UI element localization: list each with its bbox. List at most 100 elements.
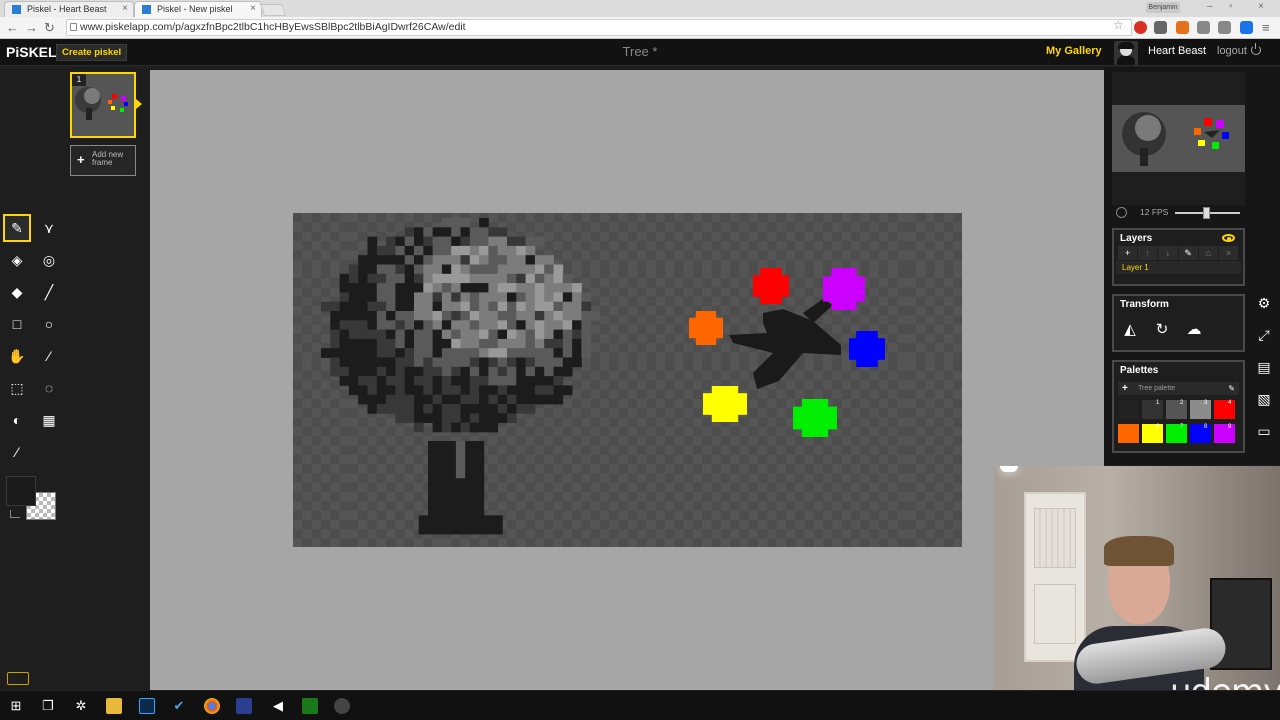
extension-icon[interactable] <box>1240 21 1253 34</box>
export-icon[interactable]: ▧ <box>1255 390 1273 408</box>
frame-number: 1 <box>72 74 86 86</box>
app-icon[interactable]: ✲ <box>73 698 89 714</box>
tab-close-icon[interactable]: × <box>250 3 256 14</box>
new-tab-button[interactable] <box>259 4 287 16</box>
swatch-shortcut-number: 2 <box>1180 400 1184 406</box>
paint-same-pixels-tool[interactable]: ◎ <box>35 246 63 274</box>
swatch-shortcut-number: 3 <box>1204 400 1208 406</box>
edit-layer-button[interactable]: ✎ <box>1178 246 1199 260</box>
fps-label: 12 FPS <box>1140 207 1169 217</box>
app-icon[interactable] <box>236 698 252 714</box>
window-close-icon[interactable]: × <box>1258 1 1264 12</box>
forward-icon[interactable]: → <box>25 20 38 35</box>
pen-tool[interactable]: ✎ <box>3 214 31 242</box>
udemy-watermark: udemy <box>1170 672 1280 690</box>
minimize-icon[interactable]: – <box>1207 1 1213 12</box>
dithering-tool[interactable]: ▦ <box>35 406 63 434</box>
user-avatar[interactable] <box>1114 41 1138 65</box>
palette-swatch[interactable]: 8 <box>1190 424 1211 443</box>
import-folder-icon[interactable]: ▭ <box>1255 422 1273 440</box>
rectangle-tool[interactable]: □ <box>3 310 31 338</box>
create-piskel-button[interactable]: Create piskel <box>56 44 128 61</box>
audio-app-icon[interactable]: ◀ <box>270 698 286 714</box>
adblock-extension-icon[interactable] <box>1134 21 1147 34</box>
move-layer-down-button[interactable]: ↓ <box>1158 246 1179 260</box>
flip-icon[interactable]: ◭ <box>1118 318 1142 342</box>
clone-sheep-icon[interactable]: ☁ <box>1182 318 1206 342</box>
swap-colors-icon[interactable] <box>10 510 20 518</box>
stroke-tool[interactable]: ╱ <box>35 278 63 306</box>
address-bar[interactable]: www.piskelapp.com/p/agxzfnBpc2tlbC1hcHBy… <box>66 19 1132 36</box>
rectangle-selection-tool[interactable]: ⬚ <box>3 374 31 402</box>
back-icon[interactable]: ← <box>6 20 19 35</box>
sprite-drawing[interactable] <box>293 213 962 547</box>
palette-swatch[interactable] <box>1118 400 1139 419</box>
palette-swatch[interactable]: 7 <box>1166 424 1187 443</box>
transform-title: Transform <box>1120 299 1169 310</box>
palette-swatch[interactable]: 6 <box>1142 424 1163 443</box>
extension-icon[interactable] <box>1218 21 1231 34</box>
lasso-selection-tool[interactable]: ◌ <box>35 374 63 402</box>
palette-swatch[interactable]: 4 <box>1214 400 1235 419</box>
paint-bucket-tool[interactable]: ◈ <box>3 246 31 274</box>
chrome-menu-icon[interactable]: ≡ <box>1262 20 1270 35</box>
move-layer-up-button[interactable]: ↑ <box>1138 246 1159 260</box>
settings-gear-icon[interactable]: ⚙ <box>1255 294 1273 312</box>
resize-icon[interactable]: ⤢ <box>1255 326 1273 344</box>
logout-link[interactable]: logout <box>1217 45 1247 57</box>
colorzilla-extension-icon[interactable] <box>1176 21 1189 34</box>
palette-swatch[interactable]: 1 <box>1142 400 1163 419</box>
palette-swatch[interactable]: 2 <box>1166 400 1187 419</box>
palettes-panel: Palettes + Tree palette ✎ 1 2 3 4 6 7 8 9 <box>1112 360 1245 453</box>
palette-swatch[interactable] <box>1118 424 1139 443</box>
add-palette-icon[interactable]: + <box>1122 382 1128 395</box>
maximize-icon[interactable]: ▫ <box>1229 1 1233 12</box>
merge-layer-button[interactable]: ⌂ <box>1198 246 1219 260</box>
circle-tool[interactable]: ○ <box>35 310 63 338</box>
browser-profile-chip[interactable]: Benjamin <box>1146 2 1180 13</box>
save-icon[interactable]: ▤ <box>1255 358 1273 376</box>
add-layer-button[interactable]: + <box>1118 246 1139 260</box>
page-icon <box>70 23 77 31</box>
browser-tab-heart-beast[interactable]: Piskel - Heart Beast × <box>4 1 134 17</box>
keyboard-shortcuts-icon[interactable] <box>7 672 29 685</box>
eraser-tool[interactable]: ◆ <box>3 278 31 306</box>
pixel-canvas[interactable] <box>293 213 962 547</box>
chrome-icon[interactable] <box>204 698 220 714</box>
delete-layer-button[interactable]: × <box>1218 246 1240 260</box>
frame-thumbnail-1[interactable]: 1 <box>70 72 142 138</box>
reload-icon[interactable]: ↻ <box>44 20 55 35</box>
bookmark-star-icon[interactable]: ☆ <box>1113 18 1124 32</box>
plus-icon: + <box>77 152 85 167</box>
palette-swatch[interactable]: 9 <box>1214 424 1235 443</box>
task-view-icon[interactable]: ❐ <box>40 698 56 714</box>
file-explorer-icon[interactable] <box>106 698 122 714</box>
eye-icon[interactable] <box>1222 234 1235 242</box>
shape-selection-tool[interactable]: ⁄ <box>35 342 63 370</box>
tab-close-icon[interactable]: × <box>122 3 128 14</box>
photoshop-icon[interactable] <box>139 698 155 714</box>
piskel-logo[interactable]: PiSKEL <box>6 44 57 60</box>
layer-item-1[interactable]: Layer 1 <box>1116 261 1241 274</box>
screencast-extension-icon[interactable] <box>1197 21 1210 34</box>
app-icon[interactable] <box>302 698 318 714</box>
off-extension-icon[interactable] <box>1154 21 1167 34</box>
edit-palette-icon[interactable]: ✎ <box>1228 382 1235 395</box>
app-icon[interactable]: ✔ <box>171 698 187 714</box>
obs-icon[interactable] <box>334 698 350 714</box>
browser-tab-new-piskel[interactable]: Piskel - New piskel × <box>134 1 262 17</box>
add-new-frame-button[interactable]: + Add new frame <box>70 145 136 176</box>
fps-slider-handle[interactable] <box>1202 207 1210 219</box>
move-tool[interactable]: ✋ <box>3 342 31 370</box>
primary-color-swatch[interactable] <box>6 476 36 506</box>
rotate-icon[interactable]: ↻ <box>1150 318 1174 342</box>
username[interactable]: Heart Beast <box>1148 45 1206 57</box>
power-icon[interactable] <box>1251 43 1261 55</box>
lighten-tool[interactable]: ◐ <box>3 406 31 434</box>
palette-swatch[interactable]: 3 <box>1190 400 1211 419</box>
my-gallery-link[interactable]: My Gallery <box>1046 45 1102 57</box>
windows-start-icon[interactable]: ⊞ <box>8 698 24 714</box>
palette-selector[interactable]: + Tree palette ✎ <box>1118 382 1239 395</box>
vertical-mirror-pen-tool[interactable]: ⋎ <box>35 214 63 242</box>
color-picker-tool[interactable]: ⁄ <box>3 438 31 466</box>
